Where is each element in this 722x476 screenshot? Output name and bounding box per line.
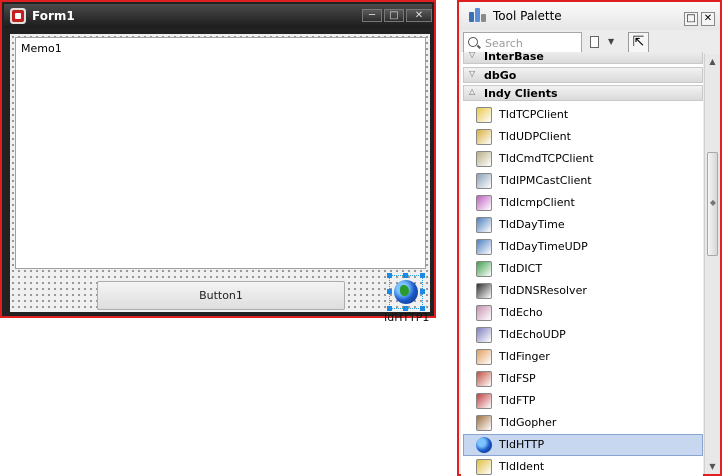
palette-item[interactable]: TIdEchoUDP (463, 324, 703, 346)
memo1[interactable]: Memo1 (15, 37, 426, 269)
palette-search-box[interactable] (463, 32, 582, 53)
palette-item-label: TIdFTP (499, 394, 536, 407)
palette-item[interactable]: TIdTCPClient (463, 104, 703, 126)
tcp-client-icon (476, 107, 492, 123)
cmd-tcp-client-icon (476, 151, 492, 167)
echo-udp-icon (476, 327, 492, 343)
palette-item-label: TIdHTTP (499, 438, 545, 451)
palette-item-label: TIdFinger (499, 350, 550, 363)
maximize-button[interactable]: □ (384, 9, 404, 22)
search-input[interactable] (483, 35, 579, 52)
palette-item[interactable]: TIdDayTimeUDP (463, 236, 703, 258)
palette-item[interactable]: TIdIcmpClient (463, 192, 703, 214)
palette-item[interactable]: TIdDNSResolver (463, 280, 703, 302)
close-button[interactable]: ✕ (406, 9, 432, 22)
form1-titlebar[interactable]: Form1 ─ □ ✕ (4, 4, 432, 28)
selection-handle[interactable] (403, 273, 408, 278)
dns-resolver-icon (476, 283, 492, 299)
memo1-text: Memo1 (21, 42, 62, 55)
pin-icon[interactable]: □ (684, 12, 698, 26)
cursor-arrow-icon: ⇱ (632, 34, 645, 50)
palette-item-label: TIdFSP (499, 372, 536, 385)
ftp-icon (476, 393, 492, 409)
minimize-button[interactable]: ─ (362, 9, 382, 22)
palette-scrollbar[interactable]: ▲ ◆ ▼ (704, 54, 720, 474)
chevron-up-icon: △ (469, 87, 476, 96)
chevron-down-icon: ▽ (469, 52, 476, 59)
palette-item-label: TIdEcho (499, 306, 543, 319)
idhttp1-component[interactable] (387, 273, 425, 311)
palette-item-label: TIdIdent (499, 460, 545, 473)
gopher-icon (476, 415, 492, 431)
palette-item[interactable]: TIdEcho (463, 302, 703, 324)
palette-item[interactable]: TIdHTTP (463, 434, 703, 456)
filter-dropdown-button[interactable]: ▼ (588, 34, 618, 51)
scroll-down-arrow-icon[interactable]: ▼ (705, 459, 720, 474)
category-indy-clients[interactable]: △ Indy Clients (463, 85, 703, 101)
form1-title: Form1 (32, 9, 75, 23)
palette-item[interactable]: TIdIdent (463, 456, 703, 476)
form1-window: Form1 ─ □ ✕ Memo1 Button1 IdHTTP1 (0, 0, 436, 324)
button1-label: Button1 (199, 289, 243, 302)
daytime-icon (476, 217, 492, 233)
ident-icon (476, 459, 492, 475)
chevron-down-icon: ▼ (608, 37, 615, 46)
selection-handle[interactable] (420, 289, 425, 294)
palette-item-label: TIdEchoUDP (499, 328, 566, 341)
category-interbase[interactable]: ▽ InterBase (463, 52, 703, 64)
ipmcast-client-icon (476, 173, 492, 189)
palette-item[interactable]: TIdDICT (463, 258, 703, 280)
palette-item[interactable]: TIdCmdTCPClient (463, 148, 703, 170)
palette-header: Tool Palette □ ✕ (459, 2, 720, 30)
dict-icon (476, 261, 492, 277)
selection-handle[interactable] (387, 289, 392, 294)
palette-item-label: TIdTCPClient (499, 108, 569, 121)
selection-handle[interactable] (420, 273, 425, 278)
idhttp1-label: IdHTTP1 (384, 311, 430, 324)
palette-title: Tool Palette (493, 9, 562, 23)
palette-search-row: ▼ ⇱ (463, 32, 716, 54)
palette-item-label: TIdIcmpClient (499, 196, 575, 209)
palette-item-label: TIdDNSResolver (499, 284, 587, 297)
palette-item-label: TIdIPMCastClient (499, 174, 592, 187)
palette-item[interactable]: TIdGopher (463, 412, 703, 434)
palette-item-label: TIdUDPClient (499, 130, 571, 143)
palette-item[interactable]: TIdUDPClient (463, 126, 703, 148)
category-dbgo[interactable]: ▽ dbGo (463, 67, 703, 83)
palette-item[interactable]: TIdIPMCastClient (463, 170, 703, 192)
tool-palette: Tool Palette □ ✕ ▼ ⇱ ▽ InterBase ▽ dbGo … (457, 0, 722, 476)
palette-item-label: TIdDayTimeUDP (499, 240, 588, 253)
udp-client-icon (476, 129, 492, 145)
http-globe-icon (476, 437, 492, 453)
selection-handle[interactable] (387, 273, 392, 278)
chevron-down-icon: ▽ (469, 69, 476, 78)
palette-item-label: TIdDICT (499, 262, 543, 275)
daytime-udp-icon (476, 239, 492, 255)
palette-item[interactable]: TIdFSP (463, 368, 703, 390)
button1[interactable]: Button1 (97, 281, 345, 310)
finger-icon (476, 349, 492, 365)
close-icon[interactable]: ✕ (701, 12, 715, 26)
http-globe-icon (394, 280, 418, 304)
fsp-icon (476, 371, 492, 387)
document-filter-icon (590, 36, 599, 48)
palette-item[interactable]: TIdFTP (463, 390, 703, 412)
search-icon (468, 37, 478, 47)
palette-item[interactable]: TIdDayTime (463, 214, 703, 236)
palette-item-label: TIdCmdTCPClient (499, 152, 594, 165)
scroll-up-arrow-icon[interactable]: ▲ (705, 54, 720, 69)
tool-palette-icon (469, 8, 487, 24)
echo-icon (476, 305, 492, 321)
palette-item[interactable]: TIdFinger (463, 346, 703, 368)
scroll-thumb[interactable]: ◆ (707, 152, 718, 256)
select-pointer-button[interactable]: ⇱ (628, 32, 649, 53)
app-icon (10, 8, 26, 24)
palette-item-label: TIdGopher (499, 416, 557, 429)
palette-list: ▽ InterBase ▽ dbGo △ Indy Clients TIdTCP… (461, 52, 703, 476)
form1-client-area[interactable]: Memo1 Button1 IdHTTP1 (10, 34, 430, 324)
icmp-client-icon (476, 195, 492, 211)
palette-item-label: TIdDayTime (499, 218, 565, 231)
